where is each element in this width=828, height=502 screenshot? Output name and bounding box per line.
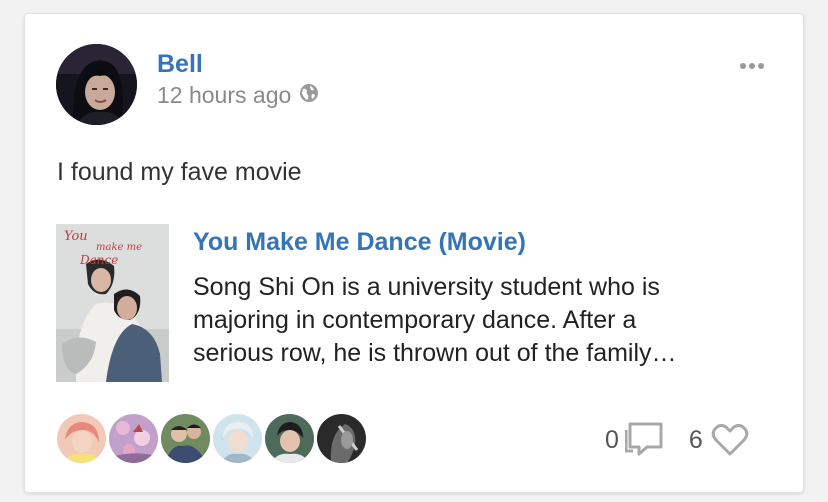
svg-text:Dance: Dance	[79, 253, 118, 267]
globe-icon	[299, 82, 319, 109]
comment-button[interactable]: 0	[605, 421, 665, 459]
media-description: Song Shi On is a university student who …	[193, 271, 763, 370]
post-meta: 12 hours ago	[157, 82, 319, 109]
media-title-link[interactable]: You Make Me Dance (Movie)	[193, 228, 526, 257]
liker-avatars	[57, 414, 366, 463]
media-description-line: serious row, he is thrown out of the fam…	[193, 339, 677, 367]
media-description-line: Song Shi On is a university student who …	[193, 273, 660, 301]
post-timestamp[interactable]: 12 hours ago	[157, 82, 291, 109]
engagement-stats: 0 6	[605, 421, 749, 459]
media-description-line: majoring in contemporary dance. After a	[193, 306, 637, 334]
poster-title-text: You	[64, 229, 88, 244]
liker-avatar[interactable]	[57, 414, 106, 463]
liker-avatar[interactable]	[109, 414, 158, 463]
like-button[interactable]: 6	[689, 423, 749, 457]
more-horizontal-icon	[740, 63, 764, 69]
activity-card: Bell 12 hours ago I found my fave movie	[24, 13, 804, 493]
post-text: I found my fave movie	[57, 158, 302, 186]
svg-text:make me: make me	[96, 242, 142, 253]
comment-count: 0	[605, 425, 619, 454]
author-avatar[interactable]	[56, 44, 137, 125]
liker-avatar[interactable]	[265, 414, 314, 463]
liker-avatar[interactable]	[317, 414, 366, 463]
more-options-button[interactable]	[737, 58, 771, 74]
liker-avatar[interactable]	[161, 414, 210, 463]
like-count: 6	[688, 425, 703, 454]
heart-icon	[711, 423, 749, 457]
comment-icon	[624, 421, 665, 459]
media-poster[interactable]: You make me Dance	[56, 224, 169, 382]
liker-avatar[interactable]	[213, 414, 262, 463]
author-name[interactable]: Bell	[157, 50, 203, 79]
